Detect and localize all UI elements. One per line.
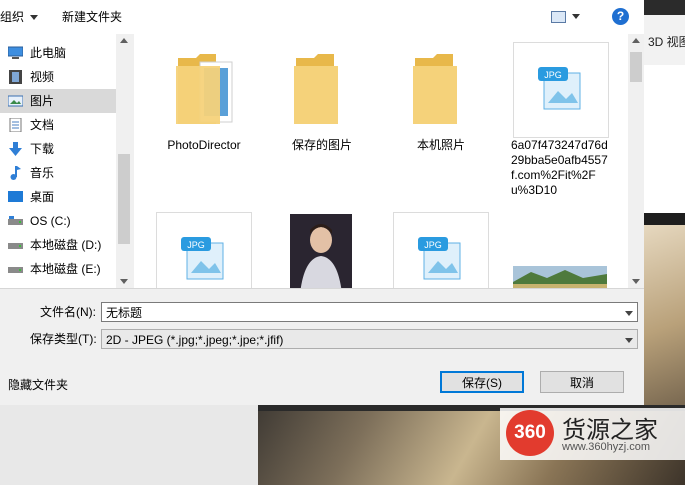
file-type-label: 保存类型(T):: [30, 332, 97, 346]
sidebar-item-label: 视频: [30, 70, 55, 84]
save-button[interactable]: 保存(S): [440, 371, 524, 393]
organize-button[interactable]: 组织: [0, 9, 39, 25]
navigation-pane: 此电脑 视频 图片 文档 下载 音乐 桌面 OS (C:) 本地磁盘 (D:) …: [0, 34, 132, 288]
svg-text:JPG: JPG: [544, 70, 562, 80]
scroll-down-icon[interactable]: [120, 279, 128, 284]
divider: [0, 288, 644, 289]
save-dialog: 组织 新建文件夹 ? 此电脑 视频 图片 文档 下载 音乐 桌面 OS (C:)…: [0, 0, 644, 405]
file-name: 6a07f473247d76d29bba5e0afb4557f.com%2Fit…: [511, 138, 608, 197]
sidebar-item-label: 图片: [30, 94, 55, 108]
folder-icon: [176, 54, 233, 124]
toolbar: 组织 新建文件夹 ?: [0, 0, 644, 34]
sidebar-item-drive-d[interactable]: 本地磁盘 (D:): [0, 233, 116, 257]
scrollbar-thumb[interactable]: [118, 154, 130, 244]
scrollbar-thumb[interactable]: [630, 52, 642, 82]
sidebar-item-label: 下载: [30, 142, 55, 156]
background-panel: [644, 65, 685, 213]
background-tab: 3D 视图: [644, 15, 685, 65]
file-name: PhotoDirector: [167, 138, 241, 152]
jpg-file-icon: JPG: [181, 237, 224, 280]
file-thumbnail: JPG: [156, 212, 252, 288]
sidebar-item-this-pc[interactable]: 此电脑: [0, 41, 116, 65]
navigation-scrollbar[interactable]: [116, 34, 132, 288]
drive-icon: [8, 267, 23, 273]
jpg-file-icon: JPG: [418, 237, 461, 280]
drive-icon: [8, 216, 23, 225]
svg-text:JPG: JPG: [187, 240, 205, 250]
sidebar-item-label: 桌面: [30, 190, 55, 204]
sidebar-item-label: OS (C:): [30, 214, 71, 228]
download-icon: [9, 142, 22, 156]
new-folder-button[interactable]: 新建文件夹: [62, 9, 122, 25]
file-thumbnail: JPG: [393, 212, 489, 288]
file-type-value: 2D - JPEG (*.jpg;*.jpeg;*.jpe;*.jfif): [106, 333, 284, 347]
watermark-badge: 360: [506, 410, 554, 456]
change-view-button[interactable]: [551, 9, 591, 25]
watermark-title: 货源之家: [562, 417, 658, 444]
chevron-down-icon: [625, 338, 633, 343]
photo-thumbnail: [290, 214, 352, 288]
pictures-icon: [8, 95, 23, 107]
filename-label: 文件名(N):: [40, 305, 96, 319]
file-name: 本机照片: [416, 138, 465, 152]
file-thumbnail: JPG: [513, 42, 609, 138]
video-icon: [9, 70, 22, 84]
file-list: PhotoDirector 保存的图片 本机照片 JPG 6a07f473247…: [134, 34, 628, 288]
sidebar-item-label: 文档: [30, 118, 55, 132]
file-type-select[interactable]: 2D - JPEG (*.jpg;*.jpeg;*.jpe;*.jfif): [101, 329, 638, 349]
chevron-down-icon[interactable]: [625, 311, 633, 316]
cancel-button[interactable]: 取消: [540, 371, 624, 393]
sidebar-item-label: 本地磁盘 (E:): [30, 262, 101, 276]
background-titlebar: [644, 0, 685, 15]
sidebar-item-label: 此电脑: [30, 46, 67, 60]
organize-label: 组织: [0, 10, 25, 24]
help-button[interactable]: ?: [612, 8, 629, 25]
watermark-url: www.360hyzj.com: [562, 441, 651, 453]
folder-icon: [294, 54, 338, 124]
sidebar-item-documents[interactable]: 文档: [0, 113, 116, 137]
background-tab-label: 3D 视图: [648, 35, 685, 49]
jpg-file-icon: JPG: [538, 67, 581, 110]
sidebar-item-label: 音乐: [30, 166, 55, 180]
sidebar-item-pictures[interactable]: 图片: [0, 89, 116, 113]
scroll-up-icon[interactable]: [120, 38, 128, 43]
svg-text:JPG: JPG: [424, 240, 442, 250]
computer-icon: [8, 46, 23, 59]
music-icon: [10, 166, 21, 180]
sidebar-item-drive-e[interactable]: 本地磁盘 (E:): [0, 257, 116, 281]
filename-value: 无标题: [106, 306, 143, 320]
scroll-up-icon[interactable]: [632, 38, 640, 43]
landscape-thumbnail: [513, 266, 607, 288]
hide-folders-toggle[interactable]: 隐藏文件夹: [8, 374, 68, 396]
chevron-down-icon: [30, 15, 39, 21]
sidebar-item-desktop[interactable]: 桌面: [0, 185, 116, 209]
file-list-scrollbar[interactable]: [628, 34, 644, 288]
documents-icon: [9, 118, 22, 132]
scroll-down-icon[interactable]: [632, 279, 640, 284]
sidebar-item-music[interactable]: 音乐: [0, 161, 116, 185]
view-icon: [551, 10, 566, 23]
drive-icon: [8, 243, 23, 249]
watermark: 360 货源之家 www.360hyzj.com: [500, 408, 685, 460]
file-name: 保存的图片: [291, 138, 352, 152]
chevron-down-icon: [572, 14, 580, 20]
sidebar-item-label: 本地磁盘 (D:): [30, 238, 102, 252]
sidebar-item-downloads[interactable]: 下载: [0, 137, 116, 161]
folder-icon: [413, 54, 457, 124]
filename-field[interactable]: 无标题: [101, 302, 638, 322]
sidebar-item-drive-c[interactable]: OS (C:): [0, 209, 116, 233]
desktop-icon: [8, 191, 23, 202]
sidebar-item-videos[interactable]: 视频: [0, 65, 116, 89]
